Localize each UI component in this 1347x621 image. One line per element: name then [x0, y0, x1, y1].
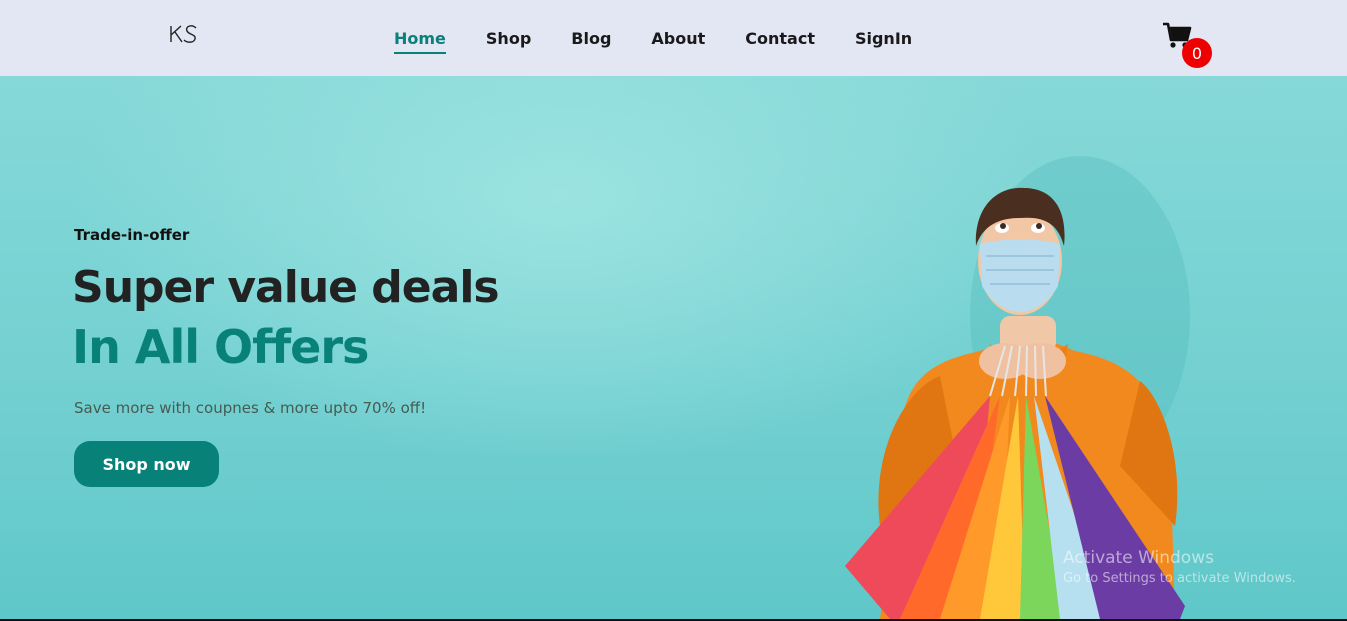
- hero-banner: Trade-in-offer Super value deals In All …: [0, 76, 1347, 619]
- nav-home[interactable]: Home: [394, 29, 446, 54]
- shop-now-button[interactable]: Shop now: [74, 441, 219, 487]
- nav-contact[interactable]: Contact: [745, 29, 815, 48]
- site-header: Home Shop Blog About Contact SignIn 0: [0, 0, 1347, 76]
- hero-headline-accent: In All Offers: [72, 320, 369, 374]
- brand-logo[interactable]: [168, 22, 200, 46]
- nav-signin[interactable]: SignIn: [855, 29, 912, 48]
- watermark-title: Activate Windows: [1063, 548, 1214, 568]
- nav-blog[interactable]: Blog: [571, 29, 611, 48]
- hero-tagline: Save more with coupnes & more upto 70% o…: [74, 399, 427, 417]
- main-nav: Home Shop Blog About Contact SignIn: [394, 0, 952, 76]
- hero-headline: Super value deals: [72, 262, 500, 313]
- nav-about[interactable]: About: [651, 29, 705, 48]
- cart-button[interactable]: 0: [1160, 22, 1216, 70]
- hero-kicker: Trade-in-offer: [74, 226, 190, 244]
- nav-shop[interactable]: Shop: [486, 29, 531, 48]
- watermark-subtitle: Go to Settings to activate Windows.: [1063, 571, 1296, 586]
- cart-count-badge: 0: [1182, 38, 1212, 68]
- windows-activation-watermark: Activate Windows Go to Settings to activ…: [1063, 548, 1296, 586]
